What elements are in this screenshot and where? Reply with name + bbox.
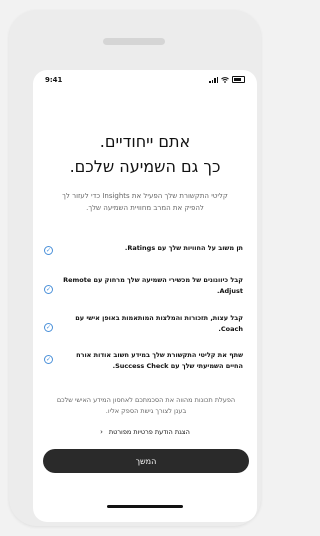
status-bar: 9:41 [33,70,257,92]
status-icons [209,76,245,83]
check-circle-icon: ✓ [44,246,53,255]
feature-text: קבל כיוונונים של מכשירי השמיעה שלך מרחוק… [63,276,243,295]
device-speaker [103,38,165,45]
intro-text: קליטי התקשורת שלך הפעיל את Insights כדי … [62,192,228,212]
feature-text: קבל עצות, תזכורות והמלצות המותאמות באופן… [75,314,243,333]
chevron-left-icon: ‹ [100,428,103,436]
page-title-line1: אתם ייחודיים. [99,132,191,151]
signal-icon [209,76,218,83]
check-circle-icon: ✓ [44,323,53,332]
check-circle-icon: ✓ [44,285,53,294]
page-title-line2: כך גם השמיעה שלכם. [69,157,221,176]
privacy-link-label: הצגת הודעת פרטיות מפורטת [108,428,190,436]
battery-icon [232,76,245,83]
phone-screen: 9:41 אתם ייחודיים. כך גם השמיעה שלכם. קל… [33,70,257,522]
continue-button-label: המשך [135,456,157,466]
consent-note: הפעלת תכונות מהווה את הסכמתכם לאחסון המי… [56,396,236,415]
feature-text: שתף את קליטי התקשורת שלך במידע חשוב אודו… [76,351,243,370]
privacy-notice-link[interactable]: הצגת הודעת פרטיות מפורטת ‹ [33,428,257,436]
wifi-icon [221,76,229,83]
feature-text: תן משוב על החוויות שלך עם Ratings. [124,244,243,252]
device-frame: 9:41 אתם ייחודיים. כך גם השמיעה שלכם. קל… [9,10,261,526]
continue-button[interactable]: המשך [43,449,249,473]
status-time: 9:41 [45,76,63,84]
home-indicator [107,505,183,508]
check-circle-icon: ✓ [44,355,53,364]
